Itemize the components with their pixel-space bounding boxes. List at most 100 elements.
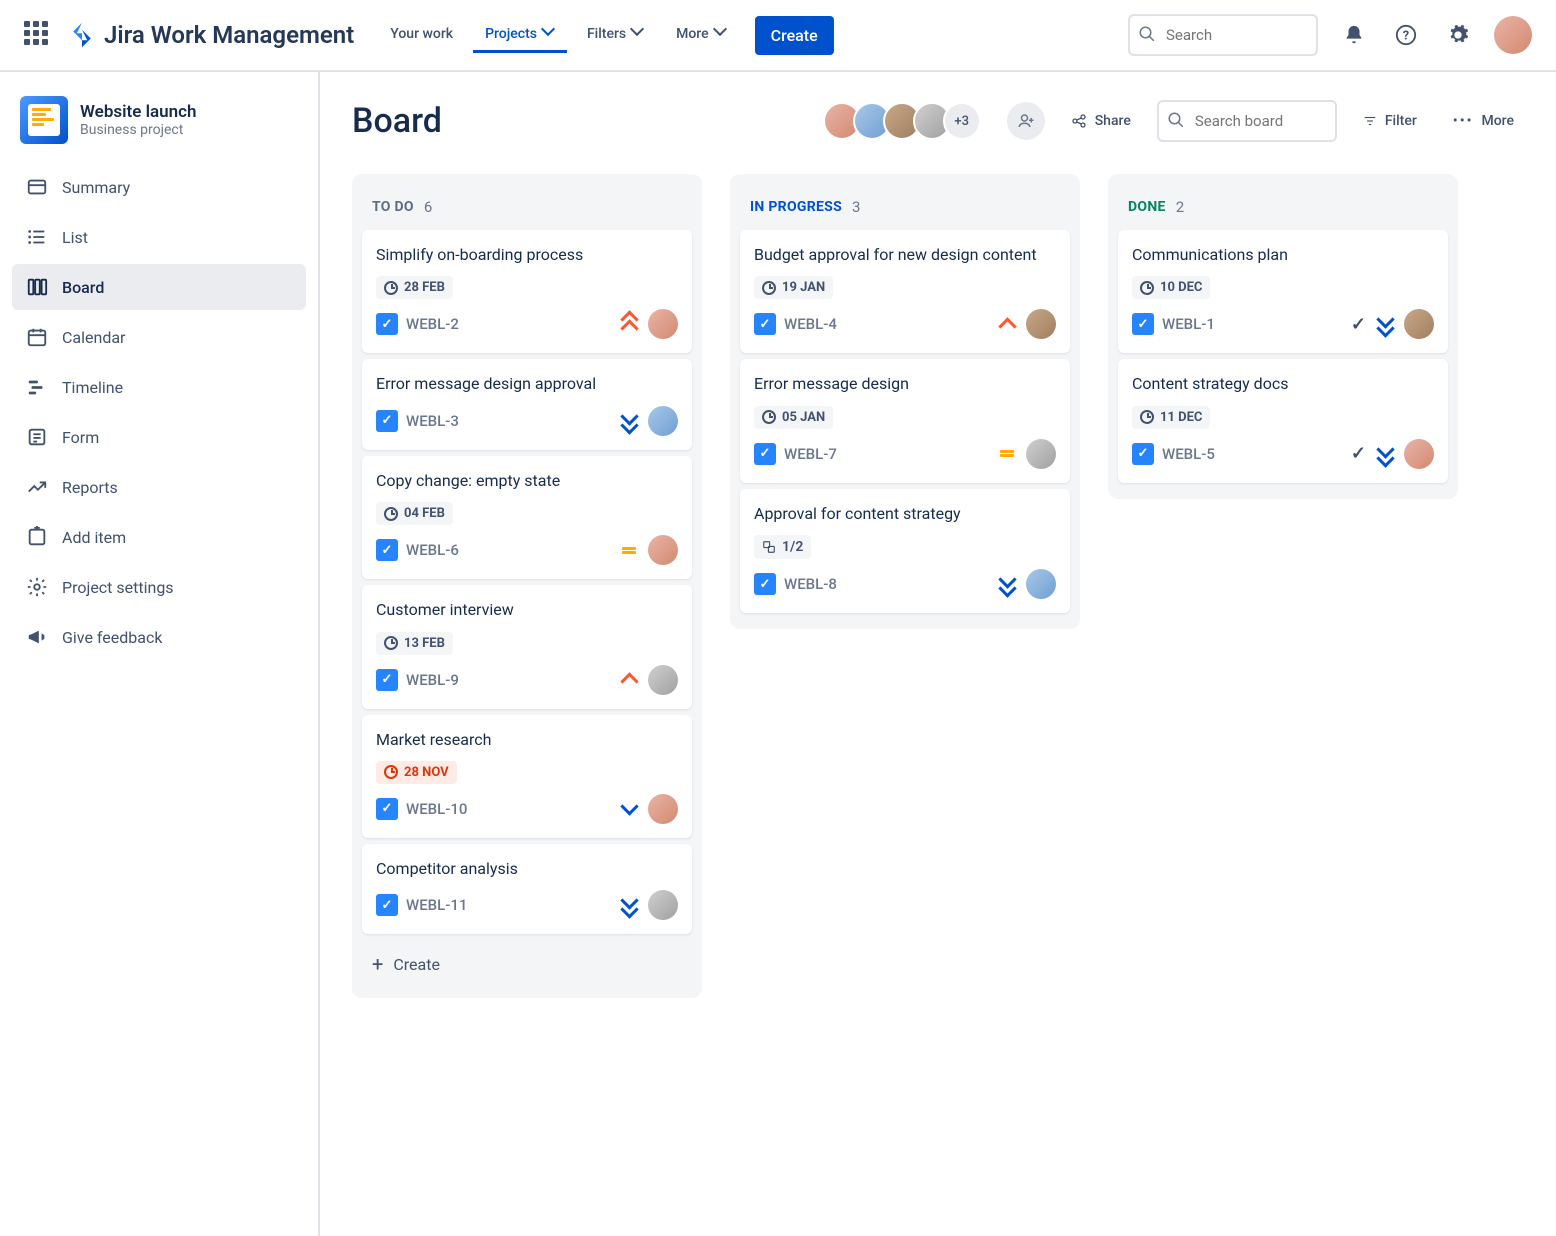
create-issue-button[interactable]: +Create [362,940,692,988]
issue-type-icon [754,443,776,465]
subtasks-chip: 1/2 [754,535,811,559]
sidebar-item-feedback[interactable]: Give feedback [12,614,306,660]
sidebar-item-calendar[interactable]: Calendar [12,314,306,360]
card-title: Error message design approval [376,373,678,395]
sidebar-item-list[interactable]: List [12,214,306,260]
issue-card[interactable]: Competitor analysis WEBL-11 [362,844,692,934]
issue-key: WEBL-9 [406,671,459,689]
sidebar-item-form[interactable]: Form [12,414,306,460]
sidebar-item-settings[interactable]: Project settings [12,564,306,610]
settings-icon[interactable] [1442,19,1474,51]
issue-card[interactable]: Approval for content strategy1/2WEBL-8 [740,489,1070,613]
nav-projects[interactable]: Projects [473,18,567,53]
sidebar-item-reports[interactable]: Reports [12,464,306,510]
assignee-avatar[interactable] [648,890,678,920]
issue-type-icon [754,573,776,595]
due-date-chip: 28 NOV [376,761,457,784]
priority-high-icon [618,669,640,691]
board-members[interactable]: +3 [831,102,981,140]
calendar-icon [26,326,48,348]
create-button[interactable]: Create [755,16,834,55]
sidebar-item-board[interactable]: Board [12,264,306,310]
issue-card[interactable]: Error message design approval WEBL-3 [362,359,692,449]
assignee-avatar[interactable] [1026,309,1056,339]
issue-card[interactable]: Communications plan10 DECWEBL-1✓ [1118,230,1448,353]
chevron-down-icon [632,28,644,40]
nav-filters[interactable]: Filters [575,18,656,53]
assignee-avatar[interactable] [648,535,678,565]
project-name: Website launch [80,102,197,122]
project-header[interactable]: Website launch Business project [12,96,306,160]
column-done: DONE 2 Communications plan10 DECWEBL-1✓C… [1108,174,1458,499]
issue-card[interactable]: Copy change: empty state04 FEBWEBL-6 [362,456,692,579]
clock-icon [384,636,398,650]
assignee-avatar[interactable] [1026,439,1056,469]
card-title: Competitor analysis [376,858,678,880]
filter-button[interactable]: Filter [1353,105,1427,137]
priority-medium-icon [996,443,1018,465]
search-icon [1138,25,1156,43]
issue-key: WEBL-8 [784,575,837,593]
issue-card[interactable]: Error message design05 JANWEBL-7 [740,359,1070,482]
clock-icon [762,281,776,295]
column-header[interactable]: IN PROGRESS 3 [740,184,1070,230]
priority-lowest-icon [996,573,1018,595]
avatar-overflow[interactable]: +3 [943,102,981,140]
nav-your-work[interactable]: Your work [378,18,465,53]
issue-card[interactable]: Market research28 NOVWEBL-10 [362,715,692,838]
notifications-icon[interactable] [1338,19,1370,51]
assignee-avatar[interactable] [1404,439,1434,469]
assignee-avatar[interactable] [1404,309,1434,339]
clock-icon [1140,410,1154,424]
assignee-avatar[interactable] [648,309,678,339]
app-switcher-icon[interactable] [24,21,52,49]
board-search[interactable] [1157,100,1337,142]
chevron-down-icon [543,28,555,40]
issue-key: WEBL-11 [406,896,467,914]
due-date-chip: 28 FEB [376,276,453,299]
form-icon [26,426,48,448]
filter-icon [1363,114,1377,128]
done-check-icon: ✓ [1351,314,1366,335]
sidebar-item-timeline[interactable]: Timeline [12,364,306,410]
issue-card[interactable]: Budget approval for new design content19… [740,230,1070,353]
column-header[interactable]: DONE 2 [1118,184,1448,230]
card-title: Simplify on-boarding process [376,244,678,266]
user-avatar[interactable] [1494,16,1532,54]
clock-icon [384,507,398,521]
assignee-avatar[interactable] [648,665,678,695]
clock-icon [1140,281,1154,295]
product-logo[interactable]: Jira Work Management [68,21,354,49]
issue-key: WEBL-3 [406,412,459,430]
due-date-chip: 04 FEB [376,502,453,525]
share-icon [1071,113,1087,129]
sidebar-item-summary[interactable]: Summary [12,164,306,210]
board-main: Board +3 Share Filter •••More [320,72,1556,1236]
add-member-button[interactable] [1007,102,1045,140]
priority-high-icon [996,313,1018,335]
issue-card[interactable]: Simplify on-boarding process28 FEBWEBL-2 [362,230,692,353]
column-header[interactable]: TO DO 6 [362,184,692,230]
help-icon[interactable]: ? [1390,19,1422,51]
priority-lowest-icon [618,410,640,432]
assignee-avatar[interactable] [1026,569,1056,599]
assignee-avatar[interactable] [648,794,678,824]
issue-type-icon [376,669,398,691]
assignee-avatar[interactable] [648,406,678,436]
priority-lowest-icon [1374,443,1396,465]
due-date-chip: 13 FEB [376,632,453,655]
plus-icon: + [372,952,383,976]
issue-type-icon [754,313,776,335]
sidebar-item-add[interactable]: Add item [12,514,306,560]
global-search-input[interactable] [1128,14,1318,56]
issue-card[interactable]: Content strategy docs11 DECWEBL-5✓ [1118,359,1448,482]
global-search[interactable] [1128,14,1318,56]
issue-key: WEBL-6 [406,541,459,559]
share-button[interactable]: Share [1061,105,1141,137]
more-button[interactable]: •••More [1443,105,1524,137]
card-title: Content strategy docs [1132,373,1434,395]
issue-type-icon [376,539,398,561]
nav-more[interactable]: More [664,18,739,53]
issue-card[interactable]: Customer interview13 FEBWEBL-9 [362,585,692,708]
due-date-chip: 05 JAN [754,406,833,429]
